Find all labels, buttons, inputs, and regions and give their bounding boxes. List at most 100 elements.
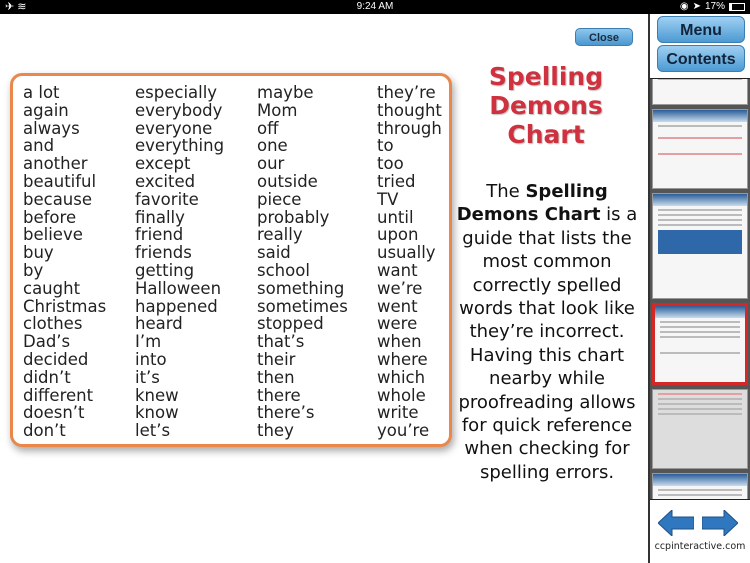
spelling-word: piece [257, 189, 302, 209]
spelling-word: then [257, 367, 295, 387]
spelling-word: when [377, 332, 422, 352]
spelling-word: favorite [135, 189, 199, 209]
location-icon: ➤ [692, 1, 701, 12]
spelling-word: really [257, 225, 303, 245]
spelling-word: Halloween [135, 278, 222, 298]
spelling-word: outside [257, 171, 318, 191]
page-thumbnail[interactable] [652, 193, 748, 299]
page-thumbnail[interactable] [652, 109, 748, 189]
word-column-2: especially everybody everyone everything exc… [135, 84, 224, 440]
description: The Spelling Demons Chart is a guide tha… [452, 180, 642, 484]
spelling-word: where [377, 349, 428, 369]
spelling-word: clothes [23, 314, 83, 334]
title-line: Spelling [488, 62, 604, 91]
spelling-word: which [377, 367, 426, 387]
spelling-word: I’m [135, 332, 162, 352]
spelling-word: Christmas [23, 296, 107, 316]
description-text: The [486, 181, 526, 202]
spelling-word: Mom [257, 100, 298, 120]
spelling-word: believe [23, 225, 83, 245]
spelling-word: sometimes [257, 296, 348, 316]
spelling-word: into [135, 349, 167, 369]
spelling-word: one [257, 136, 288, 156]
spelling-word: and [23, 136, 55, 156]
spelling-word: caught [23, 278, 81, 298]
spelling-word: by [23, 260, 44, 280]
spelling-words-chart: a lot again always and another beautiful becau… [10, 73, 452, 447]
spelling-word: friends [135, 243, 192, 263]
spelling-word: didn’t [23, 367, 71, 387]
page-thumbnail[interactable] [652, 473, 748, 499]
word-column-3: maybe Mom off one our outside piece probably rea… [257, 84, 348, 440]
page-thumbnail-current[interactable] [652, 303, 748, 385]
spelling-word: decided [23, 349, 89, 369]
spelling-word: you’re [377, 421, 430, 441]
spelling-word: again [23, 100, 69, 120]
previous-arrow-icon[interactable] [658, 510, 694, 536]
spelling-word: don’t [23, 421, 66, 441]
title-line: Demons [489, 91, 603, 120]
spelling-word: getting [135, 260, 195, 280]
spelling-word: want [377, 260, 418, 280]
battery-icon [729, 2, 745, 11]
description-bold: Spelling Demons Chart [456, 181, 608, 226]
close-button[interactable]: Close [575, 28, 633, 46]
spelling-word: friend [135, 225, 184, 245]
spelling-word: whole [377, 385, 426, 405]
spelling-word: maybe [257, 83, 314, 102]
spelling-word: because [23, 189, 93, 209]
spelling-word: they’re [377, 83, 436, 102]
spelling-word: everybody [135, 100, 223, 120]
spelling-word: usually [377, 243, 436, 263]
contents-button[interactable]: Contents [657, 45, 745, 72]
next-arrow-icon[interactable] [702, 510, 738, 536]
spelling-word: happened [135, 296, 218, 316]
page-thumbnail[interactable] [652, 389, 748, 469]
spelling-word: went [377, 296, 418, 316]
spelling-word: write [377, 403, 419, 423]
spelling-word: we’re [377, 278, 423, 298]
spelling-word: buy [23, 243, 54, 263]
spelling-word: through [377, 118, 442, 138]
spelling-word: let’s [135, 421, 171, 441]
spelling-word: TV [377, 189, 399, 209]
spelling-word: especially [135, 83, 218, 102]
battery-percent: 17% [704, 1, 725, 12]
spelling-word: beautiful [23, 171, 97, 191]
spelling-word: probably [257, 207, 330, 227]
spelling-word: were [377, 314, 418, 334]
spelling-word: heard [135, 314, 183, 334]
status-bar: ✈ ≋ 9:24 AM ◉ ➤ 17% [0, 0, 750, 14]
spelling-word: finally [135, 207, 185, 227]
website-link[interactable]: ccpinteractive.com [650, 541, 750, 552]
spelling-word: a lot [23, 83, 60, 102]
spelling-word: tried [377, 171, 416, 191]
spelling-word: something [257, 278, 345, 298]
menu-button[interactable]: Menu [657, 16, 745, 43]
main-content: Close a lot again always and another beautifu… [0, 14, 648, 563]
spelling-word: there [257, 385, 301, 405]
spelling-word: except [135, 154, 191, 174]
rotation-lock-icon: ◉ [679, 1, 689, 12]
spelling-word: their [257, 349, 296, 369]
spelling-word: they [257, 421, 294, 441]
spelling-word: know [135, 403, 179, 423]
page-thumbnail[interactable] [652, 79, 748, 105]
spelling-word: another [23, 154, 88, 174]
spelling-word: before [23, 207, 77, 227]
spelling-word: always [23, 118, 80, 138]
spelling-word: doesn’t [23, 403, 85, 423]
page-thumbnails[interactable] [650, 78, 750, 500]
spelling-word: to [377, 136, 394, 156]
spelling-word: different [23, 385, 94, 405]
status-time: 9:24 AM [356, 1, 394, 12]
spelling-word: too [377, 154, 404, 174]
spelling-word: off [257, 118, 279, 138]
spelling-word: stopped [257, 314, 324, 334]
spelling-word: that’s [257, 332, 305, 352]
page-title: Spelling Demons Chart [455, 62, 637, 149]
page-navigation [658, 510, 738, 536]
spelling-word: school [257, 260, 310, 280]
title-line: Chart [507, 120, 585, 149]
spelling-word: said [257, 243, 291, 263]
